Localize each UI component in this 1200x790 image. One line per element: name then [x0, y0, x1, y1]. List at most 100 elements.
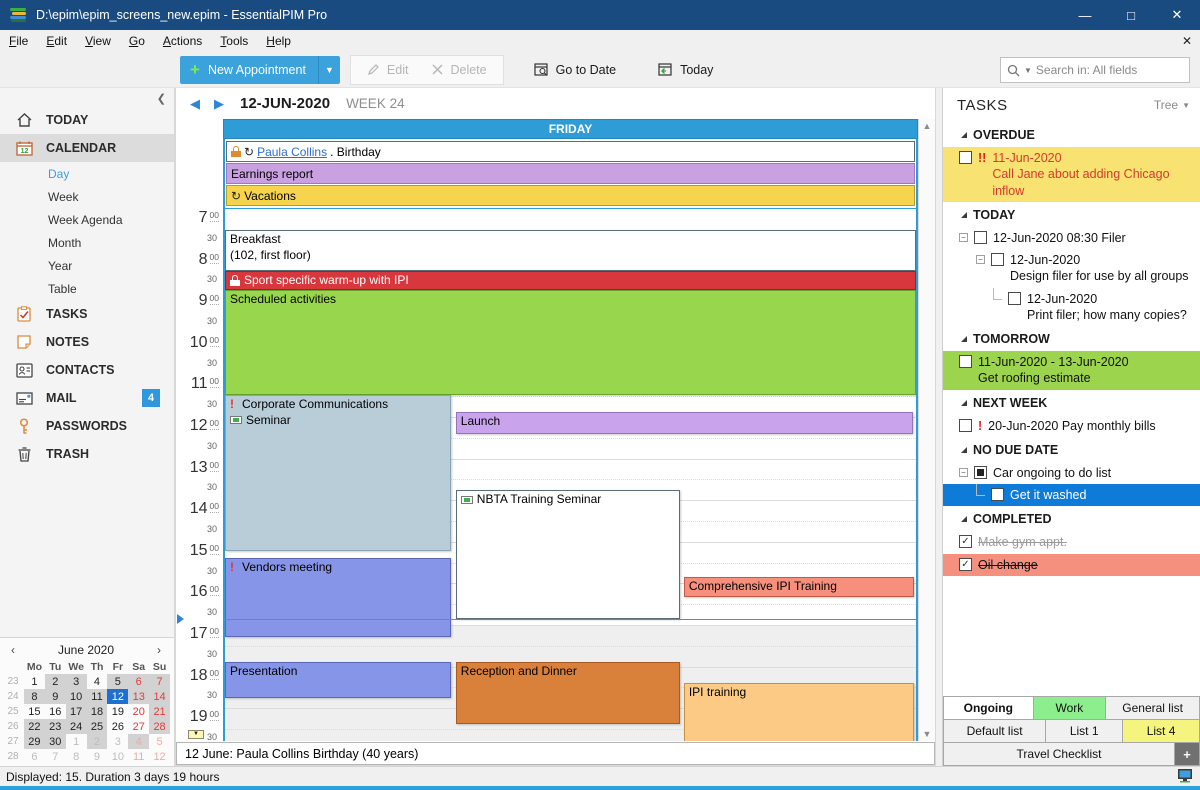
- task-item[interactable]: Get it washed: [943, 484, 1200, 506]
- minical-day[interactable]: 15: [24, 704, 45, 719]
- close-button[interactable]: ✕: [1154, 0, 1200, 30]
- next-day-button[interactable]: ▶: [210, 96, 228, 112]
- list-tab-travel-checklist[interactable]: Travel Checklist: [943, 742, 1174, 766]
- minical-day[interactable]: 17: [66, 704, 87, 719]
- task-checkbox[interactable]: [1008, 292, 1021, 305]
- minical-day[interactable]: 19: [107, 704, 128, 719]
- task-item[interactable]: !!11-Jun-2020Call Jane about adding Chic…: [943, 147, 1200, 202]
- menu-item-help[interactable]: Help: [257, 31, 300, 51]
- minical-day-selected[interactable]: 12: [107, 689, 128, 704]
- add-list-button[interactable]: +: [1174, 742, 1200, 766]
- menubar-close-icon[interactable]: ✕: [1182, 34, 1192, 48]
- minical-day[interactable]: 2: [87, 734, 108, 749]
- goto-date-button[interactable]: Go to Date: [522, 62, 628, 77]
- allday-event[interactable]: ↻Vacations: [226, 185, 915, 206]
- scroll-down-icon[interactable]: ▼: [923, 729, 932, 739]
- minical-day[interactable]: 22: [24, 719, 45, 734]
- minical-next-icon[interactable]: ›: [148, 643, 170, 657]
- minical-day[interactable]: 30: [45, 734, 66, 749]
- task-item[interactable]: 12-Jun-2020Print filer; how many copies?: [943, 288, 1200, 327]
- task-item[interactable]: !20-Jun-2020 Pay monthly bills: [943, 415, 1200, 437]
- calendar-view-year[interactable]: Year: [0, 254, 174, 277]
- minical-day[interactable]: 7: [45, 749, 66, 764]
- allday-event[interactable]: Earnings report: [226, 163, 915, 184]
- task-item[interactable]: 11-Jun-2020 - 13-Jun-2020Get roofing est…: [943, 351, 1200, 390]
- minical-day[interactable]: 6: [128, 674, 149, 689]
- allday-event[interactable]: ↻Paula Collins . Birthday: [226, 141, 915, 162]
- tree-expander-icon[interactable]: −: [959, 468, 968, 477]
- calendar-event[interactable]: Reception and Dinner: [456, 662, 680, 724]
- minical-day[interactable]: 28: [149, 719, 170, 734]
- minical-day[interactable]: 8: [66, 749, 87, 764]
- task-checkbox[interactable]: [991, 253, 1004, 266]
- calendar-view-week[interactable]: Week: [0, 185, 174, 208]
- maximize-button[interactable]: □: [1108, 0, 1154, 30]
- minical-day[interactable]: 4: [128, 734, 149, 749]
- new-appointment-dropdown[interactable]: ▼: [318, 56, 340, 84]
- list-tab-default-list[interactable]: Default list: [943, 719, 1045, 743]
- menu-item-actions[interactable]: Actions: [154, 31, 211, 51]
- task-checkbox[interactable]: [959, 151, 972, 164]
- minical-day[interactable]: 9: [87, 749, 108, 764]
- minical-day[interactable]: 29: [24, 734, 45, 749]
- task-section-next-week[interactable]: NEXT WEEK: [943, 390, 1200, 415]
- minical-day[interactable]: 1: [24, 674, 45, 689]
- sidebar-item-mail[interactable]: MAIL4: [0, 384, 174, 412]
- task-checkbox[interactable]: [959, 355, 972, 368]
- list-tab-list-1[interactable]: List 1: [1045, 719, 1122, 743]
- minical-day[interactable]: 10: [107, 749, 128, 764]
- minical-day[interactable]: 2: [45, 674, 66, 689]
- menu-item-go[interactable]: Go: [120, 31, 154, 51]
- calendar-view-table[interactable]: Table: [0, 277, 174, 300]
- sidebar-item-today[interactable]: TODAY: [0, 106, 174, 134]
- minical-prev-icon[interactable]: ‹: [2, 643, 24, 657]
- task-section-no-due-date[interactable]: NO DUE DATE: [943, 437, 1200, 462]
- task-section-tomorrow[interactable]: TOMORROW: [943, 326, 1200, 351]
- calendar-event[interactable]: Breakfast(102, first floor): [225, 230, 916, 271]
- task-checkbox[interactable]: ✓: [959, 535, 972, 548]
- calendar-event[interactable]: !Corporate CommunicationsSeminar: [225, 395, 451, 551]
- minical-day[interactable]: 18: [87, 704, 108, 719]
- menu-item-view[interactable]: View: [76, 31, 120, 51]
- minical-day[interactable]: 9: [45, 689, 66, 704]
- minical-day[interactable]: 20: [128, 704, 149, 719]
- edit-button[interactable]: Edit: [355, 63, 421, 77]
- minical-day[interactable]: 6: [24, 749, 45, 764]
- task-item[interactable]: ✓Oil change: [943, 554, 1200, 576]
- minical-day[interactable]: 3: [107, 734, 128, 749]
- tree-expander-icon[interactable]: −: [959, 233, 968, 242]
- task-item[interactable]: ✓Make gym appt.: [943, 531, 1200, 553]
- task-checkbox[interactable]: [974, 231, 987, 244]
- list-tab-work[interactable]: Work: [1033, 696, 1106, 720]
- contact-link[interactable]: Paula Collins: [257, 145, 327, 159]
- calendar-event[interactable]: NBTA Training Seminar: [456, 490, 680, 619]
- task-checkbox[interactable]: ✓: [959, 558, 972, 571]
- calendar-event[interactable]: IPI training: [684, 683, 914, 741]
- today-button[interactable]: Today: [646, 62, 725, 77]
- minical-day[interactable]: 13: [128, 689, 149, 704]
- list-tab-ongoing[interactable]: Ongoing: [943, 696, 1033, 720]
- minical-day[interactable]: 26: [107, 719, 128, 734]
- calendar-event[interactable]: Sport specific warm-up with IPI: [225, 271, 916, 290]
- minical-day[interactable]: 1: [66, 734, 87, 749]
- minical-day[interactable]: 21: [149, 704, 170, 719]
- task-checkbox[interactable]: [991, 488, 1004, 501]
- minical-day[interactable]: 10: [66, 689, 87, 704]
- tree-expander-icon[interactable]: −: [976, 255, 985, 264]
- calendar-scrollbar[interactable]: ▲ ▼: [918, 119, 935, 741]
- calendar-view-week-agenda[interactable]: Week Agenda: [0, 208, 174, 231]
- minical-day[interactable]: 5: [107, 674, 128, 689]
- minical-day[interactable]: 11: [87, 689, 108, 704]
- minical-day[interactable]: 3: [66, 674, 87, 689]
- calendar-event[interactable]: Presentation: [225, 662, 451, 698]
- sidebar-item-trash[interactable]: TRASH: [0, 440, 174, 468]
- search-dropdown-icon[interactable]: ▼: [1024, 66, 1032, 75]
- minical-day[interactable]: 12: [149, 749, 170, 764]
- task-item[interactable]: −Car ongoing to do list: [943, 462, 1200, 484]
- task-checkbox[interactable]: [974, 466, 987, 479]
- delete-button[interactable]: Delete: [420, 63, 498, 77]
- minical-day[interactable]: 5: [149, 734, 170, 749]
- minical-day[interactable]: 8: [24, 689, 45, 704]
- minical-day[interactable]: 11: [128, 749, 149, 764]
- sidebar-item-notes[interactable]: NOTES: [0, 328, 174, 356]
